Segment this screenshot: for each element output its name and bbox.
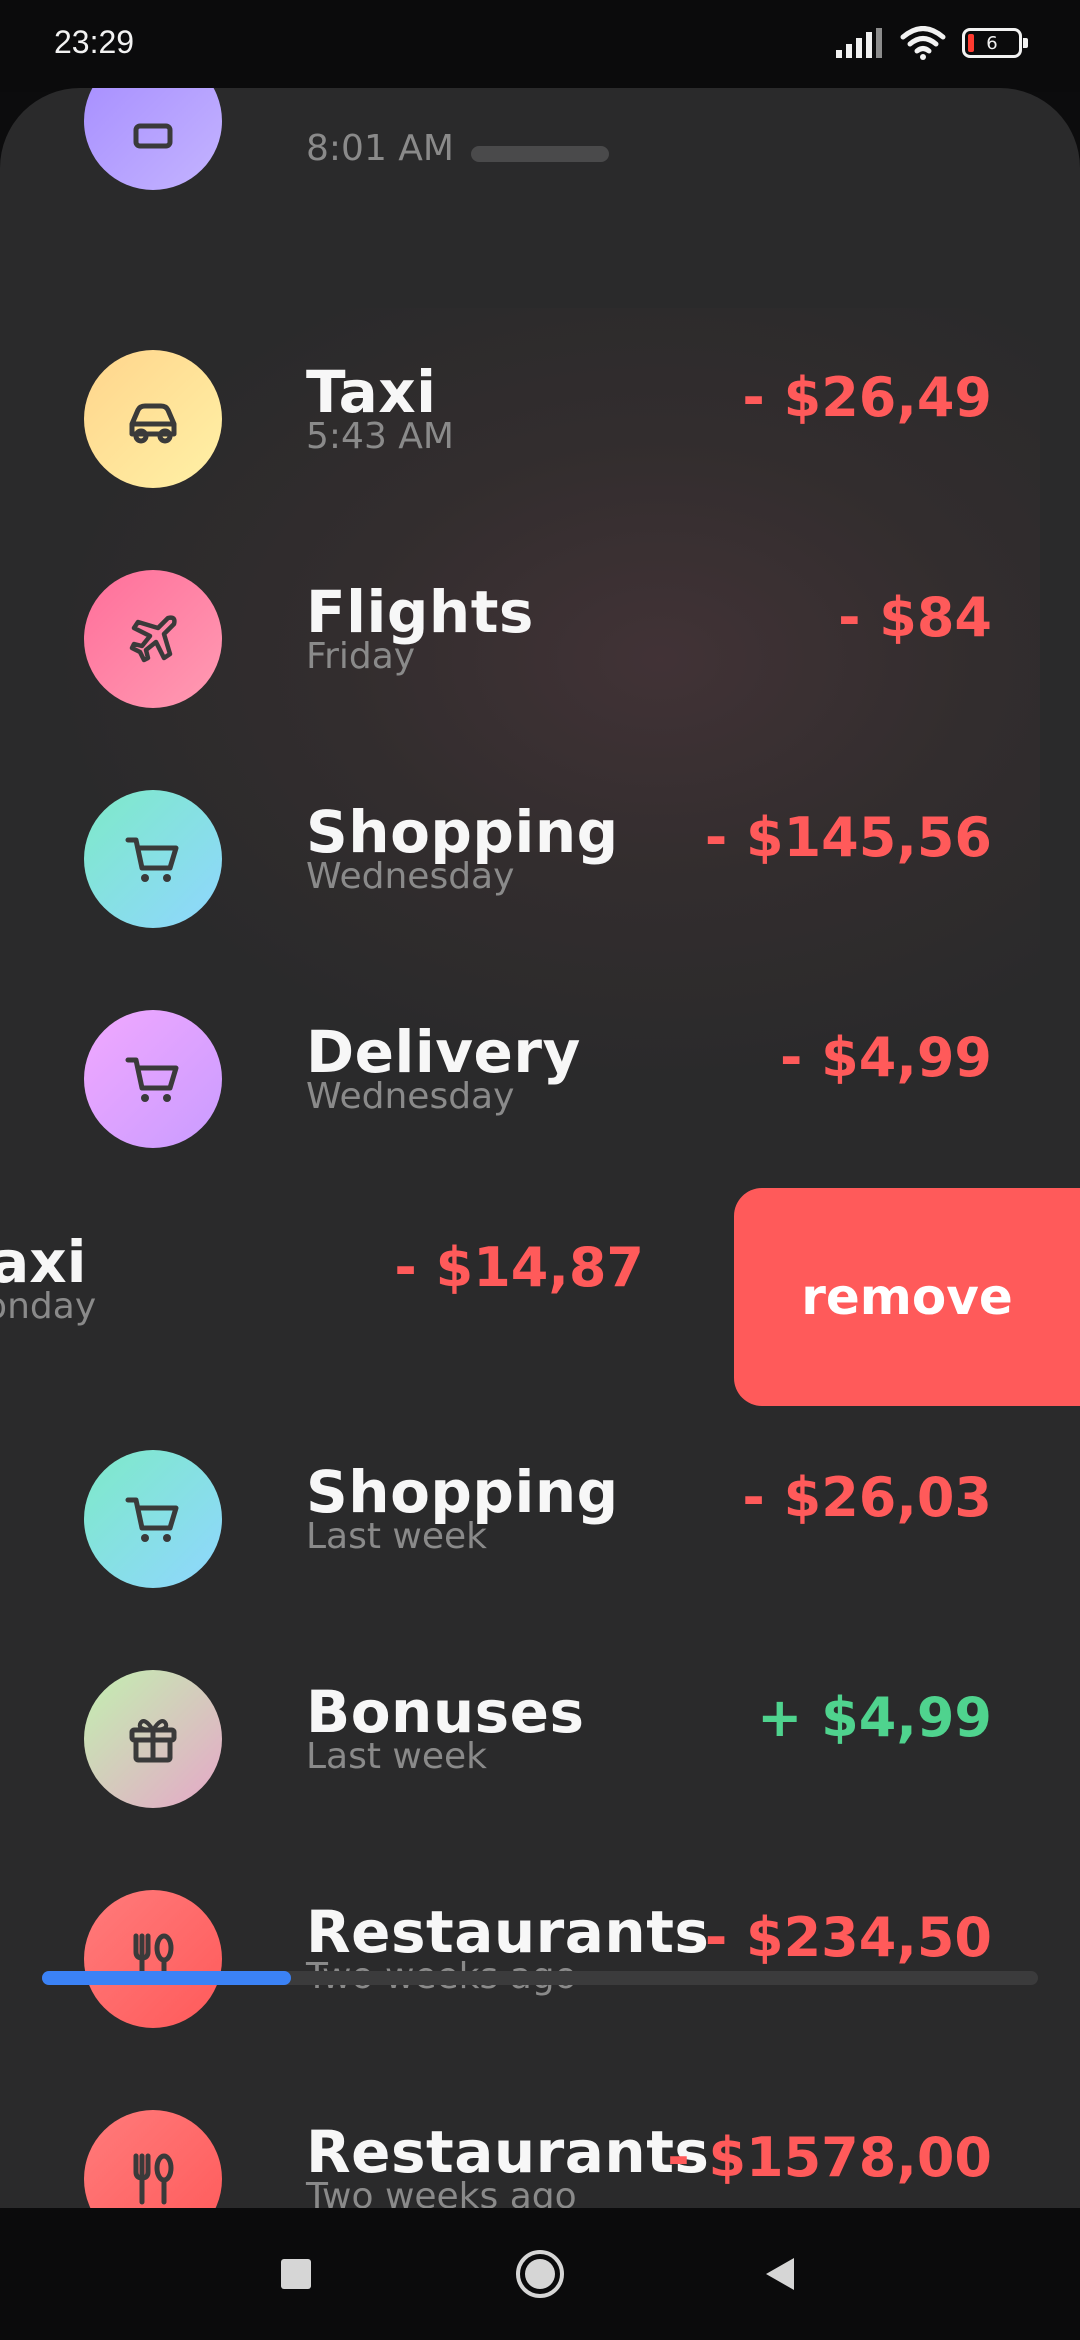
home-button[interactable] bbox=[514, 2248, 566, 2300]
transaction-subtitle: Wednesday bbox=[306, 856, 515, 897]
status-bar: 23:29 6 bbox=[0, 0, 1080, 92]
gift-icon bbox=[129, 1719, 177, 1763]
transaction-row[interactable]: Bonuses Last week + $4,99 bbox=[0, 1638, 1080, 1838]
circle-icon bbox=[516, 2250, 564, 2298]
transaction-row[interactable]: Shopping Wednesday - $145,56 bbox=[0, 758, 1080, 958]
restaurant-icon bbox=[133, 2153, 174, 2205]
transaction-subtitle: Last week bbox=[306, 1516, 488, 1557]
transaction-icon-circle bbox=[84, 1670, 222, 1808]
transaction-subtitle: Last week bbox=[306, 1736, 488, 1777]
navigation-bar bbox=[0, 2208, 1080, 2340]
square-icon bbox=[281, 2259, 311, 2289]
transaction-subtitle: Friday bbox=[306, 636, 416, 677]
battery-level: 6 bbox=[986, 32, 998, 54]
transaction-subtitle: 5:43 AM bbox=[306, 416, 454, 457]
plane-icon bbox=[129, 615, 177, 663]
scroll-progress-track bbox=[42, 1971, 1038, 1985]
transactions-sheet[interactable]: 8:01 AM Taxi 5:43 AM - $26,49 Flights Fr… bbox=[0, 88, 1080, 2208]
transaction-icon-circle bbox=[84, 570, 222, 708]
back-triangle-icon bbox=[766, 2258, 794, 2290]
transaction-subtitle: Two weeks ago bbox=[306, 2176, 577, 2208]
transaction-row[interactable]: Delivery Wednesday - $4,99 bbox=[0, 978, 1080, 1178]
scroll-progress-fill bbox=[42, 1971, 291, 1985]
transaction-row[interactable]: Restaurants Two weeks ago - $234,50 bbox=[0, 1858, 1080, 2058]
transaction-row[interactable]: Shopping Last week - $26,03 bbox=[0, 1418, 1080, 1618]
transaction-subtitle: Wednesday bbox=[306, 1076, 515, 1117]
transaction-icon-circle bbox=[84, 1890, 222, 2028]
battery-icon: 6 bbox=[962, 28, 1028, 58]
transaction-icon-circle bbox=[84, 1010, 222, 1148]
transaction-amount: - $234,50 bbox=[704, 1906, 992, 1969]
transaction-amount: - $26,03 bbox=[742, 1466, 992, 1529]
transaction-amount: - $14,87 bbox=[394, 1236, 644, 1299]
transaction-amount: - $84 bbox=[838, 586, 992, 649]
transaction-amount: + $4,99 bbox=[757, 1686, 992, 1749]
transaction-row[interactable]: Taxi 5:43 AM - $26,49 bbox=[0, 318, 1080, 518]
car-icon bbox=[129, 403, 177, 444]
cart-icon bbox=[125, 1057, 179, 1102]
back-button[interactable] bbox=[754, 2248, 806, 2300]
transaction-row[interactable]: Restaurants Two weeks ago - $1578,00 bbox=[0, 2078, 1080, 2208]
signal-icon bbox=[836, 28, 882, 58]
recents-button[interactable] bbox=[270, 2248, 322, 2300]
cart-icon bbox=[125, 1497, 179, 1542]
transaction-icon-circle bbox=[84, 2110, 222, 2208]
wifi-icon bbox=[900, 26, 946, 60]
transaction-row[interactable]: 8:01 AM bbox=[0, 88, 1080, 282]
generic-icon bbox=[133, 123, 173, 149]
transaction-icon-circle bbox=[84, 790, 222, 928]
transaction-subtitle: 8:01 AM bbox=[306, 128, 454, 169]
swiped-transaction-row[interactable]: Taxi Monday - $14,87 remove bbox=[0, 1188, 1080, 1408]
transaction-amount: - $4,99 bbox=[779, 1026, 992, 1089]
transaction-amount: - $145,56 bbox=[704, 806, 992, 869]
transaction-icon-circle bbox=[84, 1450, 222, 1588]
transaction-icon-circle bbox=[84, 350, 222, 488]
transaction-icon-circle bbox=[84, 88, 222, 190]
status-icons: 6 bbox=[836, 26, 1028, 60]
transaction-amount: - $26,49 bbox=[742, 366, 992, 429]
transaction-subtitle: Monday bbox=[0, 1286, 97, 1327]
status-time: 23:29 bbox=[54, 24, 135, 60]
transaction-row[interactable]: Flights Friday - $84 bbox=[0, 538, 1080, 738]
remove-button[interactable]: remove bbox=[734, 1188, 1080, 1406]
transaction-amount: - $1578,00 bbox=[667, 2126, 992, 2189]
cart-icon bbox=[125, 837, 179, 882]
